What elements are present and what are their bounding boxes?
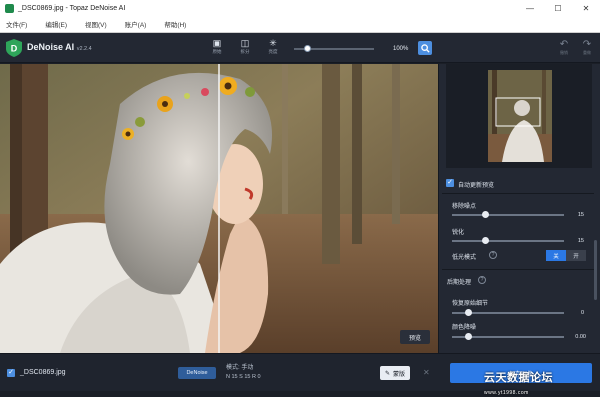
menu-edit[interactable]: 编辑(E): [45, 19, 67, 29]
menu-help[interactable]: 帮助(H): [164, 19, 186, 29]
mode-text: 模式: 手动: [226, 365, 254, 371]
color-noise-label: 颜色降噪: [452, 325, 477, 331]
single-view-icon: ▣: [212, 38, 222, 48]
remove-noise-knob[interactable]: [481, 211, 489, 218]
remove-noise-value: 15: [577, 212, 584, 218]
split-view-button[interactable]: ◫ 拆分: [231, 38, 259, 55]
remove-file-icon[interactable]: ✕: [423, 368, 430, 377]
undo-button[interactable]: ↶ 撤销: [554, 39, 574, 56]
close-button[interactable]: ✕: [572, 4, 600, 13]
help-icon[interactable]: ?: [489, 251, 497, 259]
sharpen-label: 锐化: [452, 230, 465, 236]
restore-detail-value: 0: [580, 310, 584, 316]
help-icon[interactable]: ?: [478, 276, 486, 284]
watermark: 云天数据论坛 www.yt1998.com: [484, 369, 600, 397]
remove-noise-slider[interactable]: [452, 214, 564, 216]
preview-button[interactable]: 预览: [400, 330, 430, 344]
mask-button[interactable]: ✎ 蒙版: [380, 366, 410, 380]
sun-icon: ✳: [269, 38, 277, 48]
low-light-off[interactable]: 关: [546, 250, 566, 261]
app-logo-icon: [5, 3, 14, 13]
original-view-button[interactable]: ▣ 原始: [203, 38, 231, 55]
split-view-label: 拆分: [240, 49, 250, 54]
redo-label: 重做: [583, 50, 591, 55]
menu-file[interactable]: 文件(F): [6, 19, 27, 29]
panel-divider: [442, 269, 594, 270]
undo-label: 撤销: [560, 50, 568, 55]
title-bar: _DSC0869.jpg - Topaz DeNoise AI — ☐ ✕: [0, 0, 600, 16]
original-view-label: 原始: [212, 49, 222, 54]
file-checkbox[interactable]: ✓: [7, 369, 15, 377]
watermark-text: 云天数据论坛: [484, 372, 553, 384]
brush-icon: ✎: [384, 370, 390, 377]
panel-scrollbar[interactable]: [594, 240, 597, 300]
color-noise-value: 0.00: [575, 334, 586, 340]
zoom-level: 100%: [393, 46, 409, 52]
undo-icon: ↶: [559, 39, 569, 50]
zoom-slider-knob[interactable]: [304, 45, 311, 52]
redo-button[interactable]: ↷ 重做: [577, 39, 597, 56]
color-noise-knob[interactable]: [465, 333, 472, 340]
image-canvas[interactable]: [0, 64, 438, 353]
sharpen-value: 15: [577, 238, 584, 244]
svg-text:D: D: [11, 44, 18, 54]
brand-name: DeNoise AI: [27, 42, 75, 52]
denoise-badge: DeNoise: [178, 367, 216, 379]
settings-stats: N 15 S 15 R 0: [226, 374, 261, 380]
brand-version: v2.2.4: [76, 46, 92, 52]
restore-detail-knob[interactable]: [465, 309, 472, 316]
toolbar: D DeNoise AI v2.2.4 ▣ 原始 ◫ 拆分 ✳ 亮度 100% …: [0, 33, 600, 63]
low-light-label: 低光模式: [452, 255, 477, 261]
menu-view[interactable]: 视图(V): [85, 19, 107, 29]
low-light-toggle[interactable]: 关 开: [546, 250, 586, 261]
zoom-button[interactable]: [418, 41, 432, 55]
maximize-button[interactable]: ☐: [544, 4, 572, 13]
navigator[interactable]: [446, 64, 592, 168]
menu-bar: 文件(F) 编辑(E) 视图(V) 账户(A) 帮助(H): [0, 16, 600, 33]
post-processing-title: 后期处理: [447, 280, 472, 286]
brightness-button[interactable]: ✳ 亮度: [259, 38, 287, 55]
minimize-button[interactable]: —: [516, 4, 544, 13]
low-light-on[interactable]: 开: [566, 250, 586, 261]
search-icon: [420, 43, 430, 53]
sharpen-slider[interactable]: [452, 240, 564, 242]
window-title: _DSC0869.jpg - Topaz DeNoise AI: [18, 4, 126, 12]
remove-noise-label: 移除噪点: [452, 204, 477, 210]
restore-detail-label: 恢复原始细节: [452, 301, 489, 307]
auto-preview-checkbox[interactable]: ✓: [446, 179, 454, 187]
file-name[interactable]: _DSC0869.jpg: [20, 369, 66, 376]
sharpen-knob[interactable]: [481, 237, 489, 244]
redo-icon: ↷: [582, 39, 592, 50]
denoise-logo-icon: D: [6, 39, 22, 57]
panel-divider: [442, 193, 594, 194]
auto-preview-label: 自动更新预览: [458, 183, 495, 189]
menu-account[interactable]: 账户(A): [125, 19, 147, 29]
mask-label: 蒙版: [393, 371, 406, 378]
split-view-icon: ◫: [240, 38, 250, 48]
app-brand: DeNoise AI v2.2.4: [27, 42, 92, 52]
brightness-label: 亮度: [268, 49, 278, 54]
